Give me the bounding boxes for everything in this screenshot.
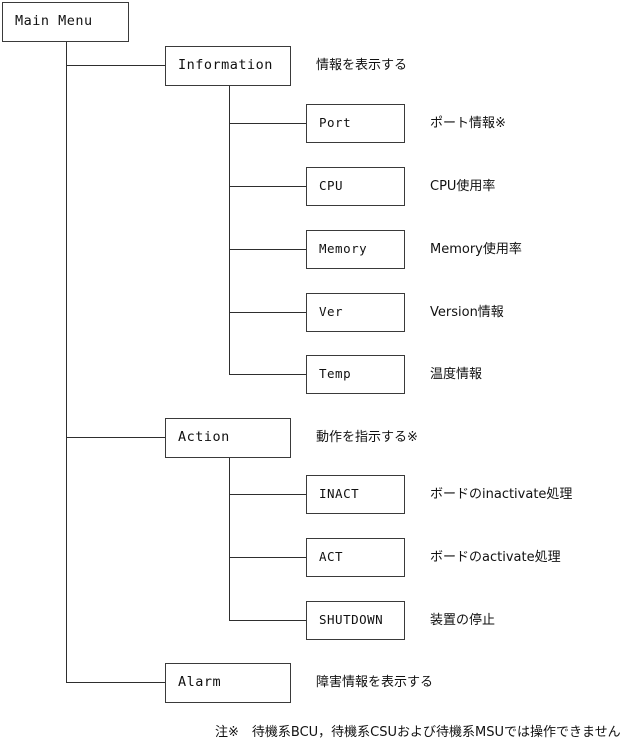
node-act[interactable]: ACT: [306, 538, 405, 577]
desc-ver: Version情報: [430, 305, 504, 320]
connector-information-to-temp: [229, 374, 306, 375]
desc-action: 動作を指示する※: [316, 430, 418, 445]
node-temp-label: Temp: [319, 366, 352, 382]
node-cpu-label: CPU: [319, 178, 344, 194]
node-port-label: Port: [319, 115, 352, 131]
node-information[interactable]: Information: [165, 46, 291, 86]
connector-trunk-main: [66, 41, 67, 683]
desc-memory: Memory使用率: [430, 242, 522, 257]
connector-information-to-ver: [229, 312, 306, 313]
desc-information: 情報を表示する: [316, 58, 408, 73]
connector-trunk-information: [229, 85, 230, 374]
connector-information-to-memory: [229, 249, 306, 250]
connector-information-to-port: [229, 123, 306, 124]
node-alarm-label: Alarm: [178, 674, 222, 691]
node-shutdown[interactable]: SHUTDOWN: [306, 601, 405, 640]
connector-main-to-information: [66, 65, 165, 66]
connector-information-to-cpu: [229, 186, 306, 187]
node-main-menu-label: Main Menu: [15, 13, 93, 30]
desc-cpu: CPU使用率: [430, 179, 496, 194]
connector-action-to-act: [229, 557, 306, 558]
node-action[interactable]: Action: [165, 418, 291, 458]
desc-shutdown: 装置の停止: [430, 613, 496, 628]
node-port[interactable]: Port: [306, 104, 405, 143]
connector-main-to-alarm: [66, 682, 165, 683]
footnote-note: 注※ 待機系BCU，待機系CSUおよび待機系MSUでは操作できません: [215, 725, 621, 740]
node-information-label: Information: [178, 57, 273, 74]
node-main-menu[interactable]: Main Menu: [2, 2, 129, 42]
node-ver-label: Ver: [319, 304, 344, 320]
connector-action-to-inact: [229, 494, 306, 495]
node-memory[interactable]: Memory: [306, 230, 405, 269]
node-alarm[interactable]: Alarm: [165, 663, 291, 703]
desc-alarm: 障害情報を表示する: [316, 675, 434, 690]
desc-temp: 温度情報: [430, 367, 483, 382]
node-inact-label: INACT: [319, 486, 360, 502]
desc-act: ボードのactivate処理: [430, 550, 561, 565]
desc-port: ポート情報※: [430, 116, 506, 131]
connector-main-to-action: [66, 437, 165, 438]
node-action-label: Action: [178, 429, 230, 446]
node-act-label: ACT: [319, 549, 344, 565]
connector-trunk-action: [229, 457, 230, 621]
node-shutdown-label: SHUTDOWN: [319, 612, 384, 628]
menu-tree-diagram: Main Menu Information 情報を表示する Action 動作を…: [0, 0, 639, 749]
node-cpu[interactable]: CPU: [306, 167, 405, 206]
node-memory-label: Memory: [319, 241, 368, 257]
connector-action-to-shutdown: [229, 620, 306, 621]
node-ver[interactable]: Ver: [306, 293, 405, 332]
desc-inact: ボードのinactivate処理: [430, 487, 573, 502]
node-temp[interactable]: Temp: [306, 355, 405, 394]
node-inact[interactable]: INACT: [306, 475, 405, 514]
